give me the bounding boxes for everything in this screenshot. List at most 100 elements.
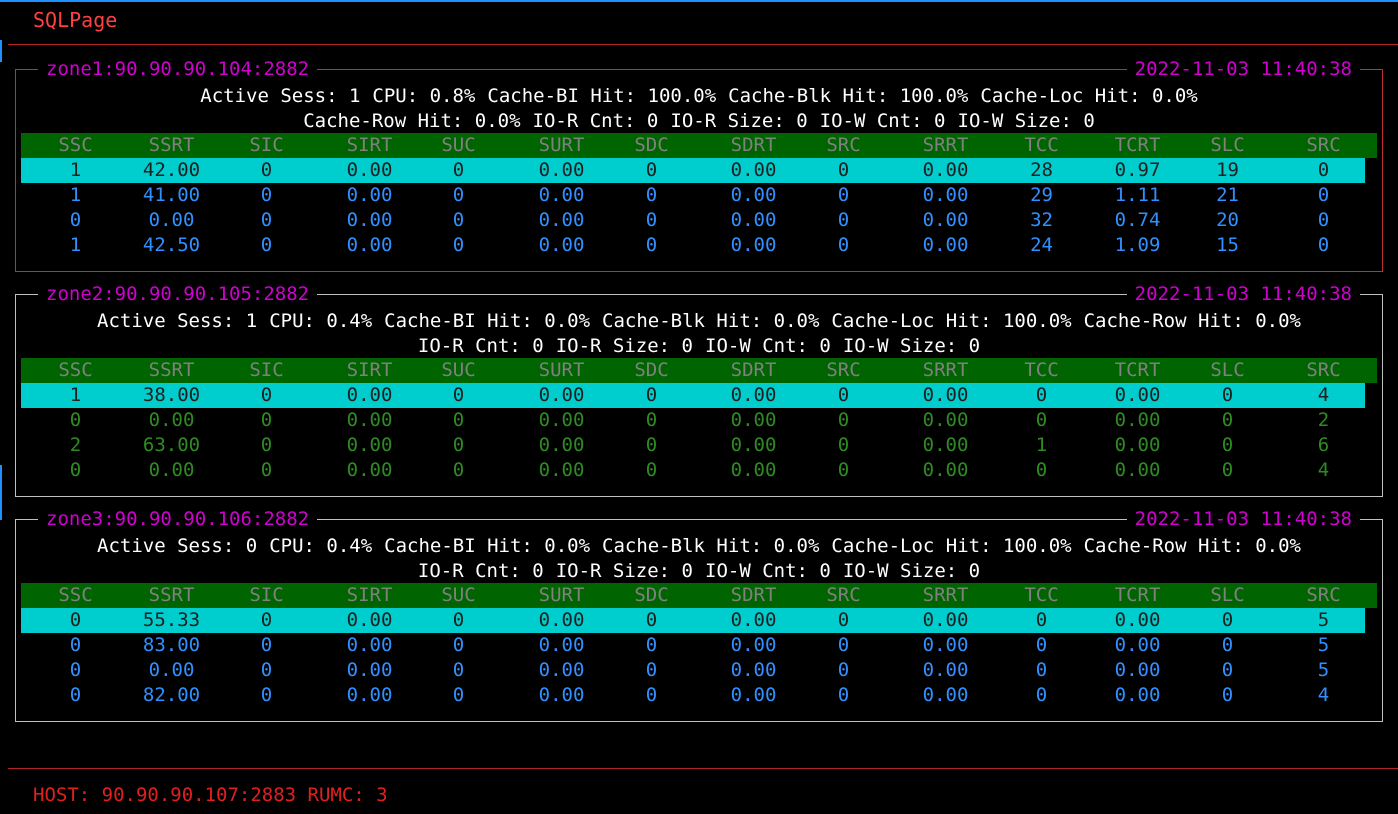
- cell-wrap: TCC: [1024, 583, 1058, 608]
- column-header: SRRT: [922, 584, 969, 606]
- cell-wrap: 1: [70, 233, 81, 258]
- column-header: SUC: [441, 584, 476, 606]
- table-row-selected[interactable]: 1 42.00 0 0.00 0 0.00 0 0.00 0 0.00 28 0.97 19 0: [21, 158, 1365, 183]
- cell-wrap: 0.00: [347, 208, 393, 233]
- cell-wrap: 0.00: [539, 208, 585, 233]
- cell-wrap: 24: [1030, 233, 1053, 258]
- table-cell: 0: [260, 434, 273, 456]
- table-row[interactable]: 0 0.00 0 0.00 0 0.00 0 0.00 0 0.00 0 0.00 0 5: [21, 658, 1377, 683]
- cell-wrap: TCRT: [1115, 583, 1161, 608]
- table-row-selected[interactable]: 1 38.00 0 0.00 0 0.00 0 0.00 0 0.00 0 0.00 0 4: [21, 383, 1365, 408]
- table-cell: 0: [1035, 659, 1048, 681]
- cell-wrap: 0: [1318, 183, 1329, 208]
- left-edge-marker: [0, 40, 2, 62]
- table-cell: 0: [1317, 209, 1330, 231]
- table-row[interactable]: 1 41.00 0 0.00 0 0.00 0 0.00 0 0.00 29 1.11 21 0: [21, 183, 1377, 208]
- table-cell: 0: [645, 384, 658, 406]
- table-cell: 0.00: [730, 434, 777, 456]
- table-cell: 0.00: [346, 459, 393, 481]
- table-cell: 32: [1030, 209, 1053, 231]
- table-row[interactable]: 0 0.00 0 0.00 0 0.00 0 0.00 0 0.00 0 0.00 0 4: [21, 458, 1377, 483]
- table-cell: 6: [1317, 434, 1330, 456]
- table-row-selected[interactable]: 0 55.33 0 0.00 0 0.00 0 0.00 0 0.00 0 0.00 0 5: [21, 608, 1365, 633]
- table-cell: 2: [69, 434, 82, 456]
- table-cell: 0: [260, 184, 273, 206]
- table-cell: 0: [69, 209, 82, 231]
- table-cell: 0.00: [922, 434, 969, 456]
- table-cell: 0.00: [538, 459, 585, 481]
- table-cell: 0: [1317, 159, 1330, 181]
- table-row[interactable]: 0 0.00 0 0.00 0 0.00 0 0.00 0 0.00 0 0.00 0 2: [21, 408, 1377, 433]
- cell-wrap: SSC: [58, 583, 92, 608]
- cell-wrap: 0.00: [347, 433, 393, 458]
- cell-wrap: 5: [1318, 633, 1329, 658]
- column-header: TCRT: [1114, 359, 1161, 381]
- cell-wrap: 0: [838, 158, 849, 183]
- stat-item: Cache-BI Hit: 0.0%: [384, 310, 591, 332]
- column-header: SSC: [58, 359, 93, 381]
- cell-wrap: SIC: [249, 358, 283, 383]
- column-header: SIC: [249, 134, 284, 156]
- table-cell: 0: [452, 184, 465, 206]
- cell-wrap: 0.00: [1115, 633, 1161, 658]
- table-row[interactable]: 0 82.00 0 0.00 0 0.00 0 0.00 0 0.00 0 0.00 0 4: [21, 683, 1377, 708]
- cell-wrap: 0: [1318, 233, 1329, 258]
- table-cell: 0.00: [538, 234, 585, 256]
- cell-wrap: 0: [838, 458, 849, 483]
- table-cell: 0: [69, 459, 82, 481]
- table-cell: 63.00: [142, 434, 201, 456]
- table-cell: 0.00: [148, 209, 195, 231]
- table-cell: 0.00: [730, 684, 777, 706]
- table-cell: 0.00: [1114, 459, 1161, 481]
- cell-wrap: 0.00: [731, 408, 777, 433]
- column-header: SUC: [441, 359, 476, 381]
- zone-timestamp: 2022-11-03 11:40:38: [1126, 282, 1360, 306]
- cell-wrap: 0: [646, 458, 657, 483]
- table-cell: 42.00: [142, 159, 201, 181]
- table-cell: 0.00: [1114, 409, 1161, 431]
- cell-wrap: 0.00: [347, 633, 393, 658]
- column-header: SDC: [634, 359, 669, 381]
- table-cell: 0.00: [922, 384, 969, 406]
- cell-wrap: 0: [646, 158, 657, 183]
- table-cell: 0: [452, 209, 465, 231]
- table-cell: 0.00: [148, 409, 195, 431]
- column-header: SIRT: [346, 359, 393, 381]
- cell-wrap: 0: [646, 408, 657, 433]
- cell-wrap: 0: [646, 183, 657, 208]
- table-row[interactable]: 0 83.00 0 0.00 0 0.00 0 0.00 0 0.00 0 0.00 0 5: [21, 633, 1377, 658]
- table-cell: 0.00: [922, 234, 969, 256]
- cell-wrap: 0: [453, 633, 464, 658]
- cell-wrap: SSRT: [149, 133, 195, 158]
- column-header: SRC: [1306, 584, 1341, 606]
- table-cell: 0.00: [922, 409, 969, 431]
- header-divider: [8, 44, 1398, 45]
- table-cell: 0: [837, 209, 850, 231]
- cell-wrap: 0: [453, 658, 464, 683]
- cell-wrap: SIRT: [347, 583, 393, 608]
- stat-item: IO-W Cnt: 0: [819, 110, 946, 132]
- cell-wrap: 0: [646, 633, 657, 658]
- table-row[interactable]: 2 63.00 0 0.00 0 0.00 0 0.00 0 0.00 1 0.00 0 6: [21, 433, 1377, 458]
- table-cell: 0.00: [730, 184, 777, 206]
- cell-wrap: 0.00: [1115, 608, 1161, 633]
- table-cell: 2: [1317, 409, 1330, 431]
- cell-wrap: 0: [453, 183, 464, 208]
- table-cell: 21: [1216, 184, 1239, 206]
- cell-wrap: 0: [453, 408, 464, 433]
- table-row[interactable]: 1 42.50 0 0.00 0 0.00 0 0.00 0 0.00 24 1.09 15 0: [21, 233, 1377, 258]
- table-cell: 0.00: [922, 609, 969, 631]
- cell-wrap: 0: [453, 683, 464, 708]
- table-row[interactable]: 0 0.00 0 0.00 0 0.00 0 0.00 0 0.00 32 0.74 20 0: [21, 208, 1377, 233]
- column-header: SDC: [634, 584, 669, 606]
- cell-wrap: 0.74: [1115, 208, 1161, 233]
- table-cell: 0.00: [538, 684, 585, 706]
- table-cell: 0: [452, 234, 465, 256]
- cell-wrap: 0.00: [539, 633, 585, 658]
- table-cell: 0: [69, 634, 82, 656]
- table-cell: 0.00: [538, 409, 585, 431]
- cell-wrap: 0: [838, 633, 849, 658]
- cell-wrap: 0: [261, 683, 272, 708]
- table-cell: 55.33: [142, 609, 201, 631]
- table-cell: 0: [69, 684, 82, 706]
